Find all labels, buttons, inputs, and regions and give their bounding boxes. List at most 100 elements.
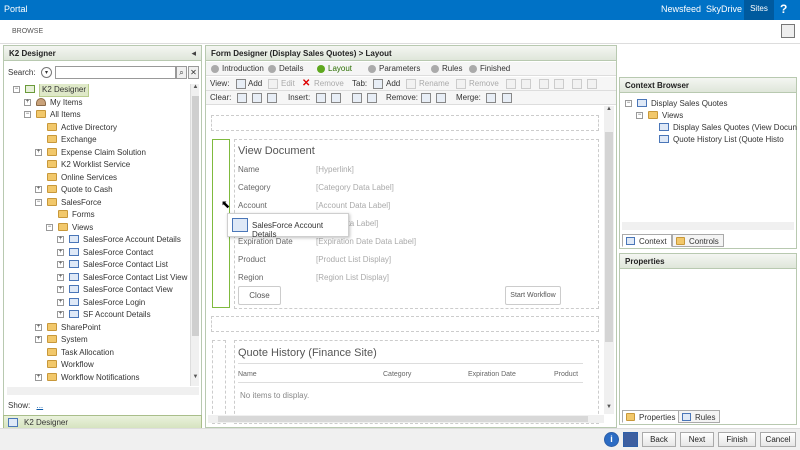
collapse-icon[interactable]: − <box>35 198 42 206</box>
expand-icon[interactable]: + <box>35 336 42 343</box>
folder-icon <box>47 135 57 143</box>
field-value[interactable]: [Product List Display] <box>316 255 391 264</box>
expand-icon[interactable]: + <box>57 248 64 256</box>
sites-link[interactable]: Sites <box>744 0 774 20</box>
no-items-text: No items to display. <box>240 391 310 400</box>
skydrive-link[interactable]: SkyDrive <box>706 4 742 14</box>
collapse-icon[interactable]: − <box>13 86 20 93</box>
collapse-icon[interactable]: − <box>46 223 53 231</box>
help-icon[interactable]: ? <box>780 2 787 16</box>
tree-h-scrollbar[interactable] <box>7 387 199 395</box>
remove-row-icon[interactable] <box>421 93 431 103</box>
remove-view-icon[interactable]: ✕ <box>302 79 312 89</box>
show-link[interactable]: ... <box>36 401 43 410</box>
canvas-h-scrollbar[interactable] <box>208 415 604 423</box>
browse-tab[interactable]: BROWSE <box>12 28 43 35</box>
expand-icon[interactable]: + <box>35 373 42 381</box>
next-button[interactable]: Next <box>680 432 714 447</box>
add-view-button[interactable]: Add <box>248 79 262 89</box>
quote-column-left[interactable] <box>212 340 226 424</box>
collapse-panel-icon[interactable]: ◂ <box>191 48 196 59</box>
field-value[interactable]: [Category Data Label] <box>316 183 394 192</box>
step-parameters[interactable]: Parameters <box>368 64 420 74</box>
folder-icon <box>47 185 57 193</box>
controls-tab[interactable]: Controls <box>672 234 724 247</box>
focus-content-icon[interactable] <box>781 24 795 38</box>
tree-item-label: SharePoint <box>61 322 101 332</box>
clear-all-icon[interactable] <box>267 93 277 103</box>
rename-tab-icon <box>406 79 416 89</box>
field-value[interactable]: [Account Data Label] <box>316 201 390 210</box>
collapse-icon[interactable]: − <box>625 100 632 107</box>
scroll-up-icon[interactable]: ▲ <box>191 84 200 94</box>
search-options-icon[interactable]: ▾ <box>41 67 52 78</box>
collapse-icon[interactable]: − <box>636 112 643 119</box>
clear-search-icon[interactable]: ✕ <box>188 66 199 79</box>
finish-button[interactable]: Finish <box>718 432 756 447</box>
canvas-h-scroll-thumb[interactable] <box>218 416 588 422</box>
layout-canvas[interactable]: View Document Name [Hyperlink] Category [Ca… <box>208 106 603 424</box>
insert-col-right-icon[interactable] <box>367 93 377 103</box>
scroll-up-icon[interactable]: ▲ <box>606 106 612 112</box>
step-finished[interactable]: Finished <box>469 64 510 74</box>
expand-icon[interactable]: + <box>57 311 64 318</box>
step-label: Finished <box>480 64 511 73</box>
expand-icon[interactable]: + <box>57 273 64 281</box>
canvas-v-scrollbar[interactable]: ▲ ▼ <box>604 106 614 414</box>
search-icon[interactable]: ⌕ <box>176 66 187 79</box>
field-label: Region <box>238 273 264 282</box>
cancel-button[interactable]: Cancel <box>760 432 796 447</box>
canvas-scroll-thumb[interactable] <box>605 132 613 342</box>
clear-format-icon[interactable] <box>252 93 262 103</box>
field-value[interactable]: [Region List Display] <box>316 273 389 282</box>
ctx-h-scrollbar[interactable] <box>622 222 794 230</box>
k2-designer-footer[interactable]: K2 Designer <box>3 415 202 429</box>
newsfeed-link[interactable]: Newsfeed <box>661 4 701 14</box>
step-introduction[interactable]: Introduction <box>211 64 264 74</box>
show-label: Show: <box>8 401 31 410</box>
expand-icon[interactable]: + <box>35 186 42 193</box>
scroll-thumb[interactable] <box>192 96 199 336</box>
field-value[interactable]: [Hyperlink] <box>316 165 354 174</box>
start-workflow-button[interactable]: Start Workflow <box>505 286 561 305</box>
expand-icon[interactable]: + <box>35 323 42 331</box>
context-tab[interactable]: Context <box>622 234 672 247</box>
add-tab-icon[interactable] <box>373 79 383 89</box>
expand-icon[interactable]: + <box>57 286 64 293</box>
remove-col-icon[interactable] <box>436 93 446 103</box>
search-input[interactable] <box>55 66 176 79</box>
drop-zone-middle[interactable] <box>211 316 599 332</box>
merge-cells-icon[interactable] <box>486 93 496 103</box>
step-layout[interactable]: Layout <box>317 64 352 74</box>
expand-icon[interactable]: + <box>24 98 31 106</box>
tree-item-label: SalesForce Contact List View <box>83 272 188 282</box>
view-icon <box>69 285 79 293</box>
expand-icon[interactable]: + <box>35 148 42 156</box>
clear-cell-icon[interactable] <box>237 93 247 103</box>
add-tab-button[interactable]: Add <box>386 79 400 89</box>
insert-row-above-icon[interactable] <box>316 93 326 103</box>
tree-scrollbar[interactable]: ▲ ▼ <box>190 84 199 386</box>
portal-link[interactable]: Portal <box>4 4 28 14</box>
add-view-icon[interactable] <box>236 79 246 89</box>
insert-col-left-icon[interactable] <box>352 93 362 103</box>
help-book-icon[interactable] <box>623 432 638 447</box>
close-button[interactable]: Close <box>238 286 281 305</box>
back-button[interactable]: Back <box>642 432 676 447</box>
scroll-down-icon[interactable]: ▼ <box>606 404 612 410</box>
expand-icon[interactable]: + <box>57 236 64 243</box>
scroll-down-icon[interactable]: ▼ <box>191 374 200 384</box>
move-tab-right-icon <box>521 79 531 89</box>
drop-zone-top[interactable] <box>211 115 599 131</box>
expand-icon[interactable]: + <box>57 261 64 268</box>
info-icon[interactable]: i <box>604 432 619 447</box>
properties-tab[interactable]: Properties <box>622 410 681 423</box>
insert-row-below-icon[interactable] <box>331 93 341 103</box>
search-row: Search: ▾ ⌕ ✕ <box>8 66 199 80</box>
step-rules[interactable]: Rules <box>431 64 462 74</box>
split-cells-icon[interactable] <box>502 93 512 103</box>
expand-icon[interactable]: + <box>57 298 64 306</box>
rules-tab[interactable]: Rules <box>678 410 721 423</box>
collapse-icon[interactable]: − <box>24 111 31 118</box>
step-details[interactable]: Details <box>268 64 303 74</box>
